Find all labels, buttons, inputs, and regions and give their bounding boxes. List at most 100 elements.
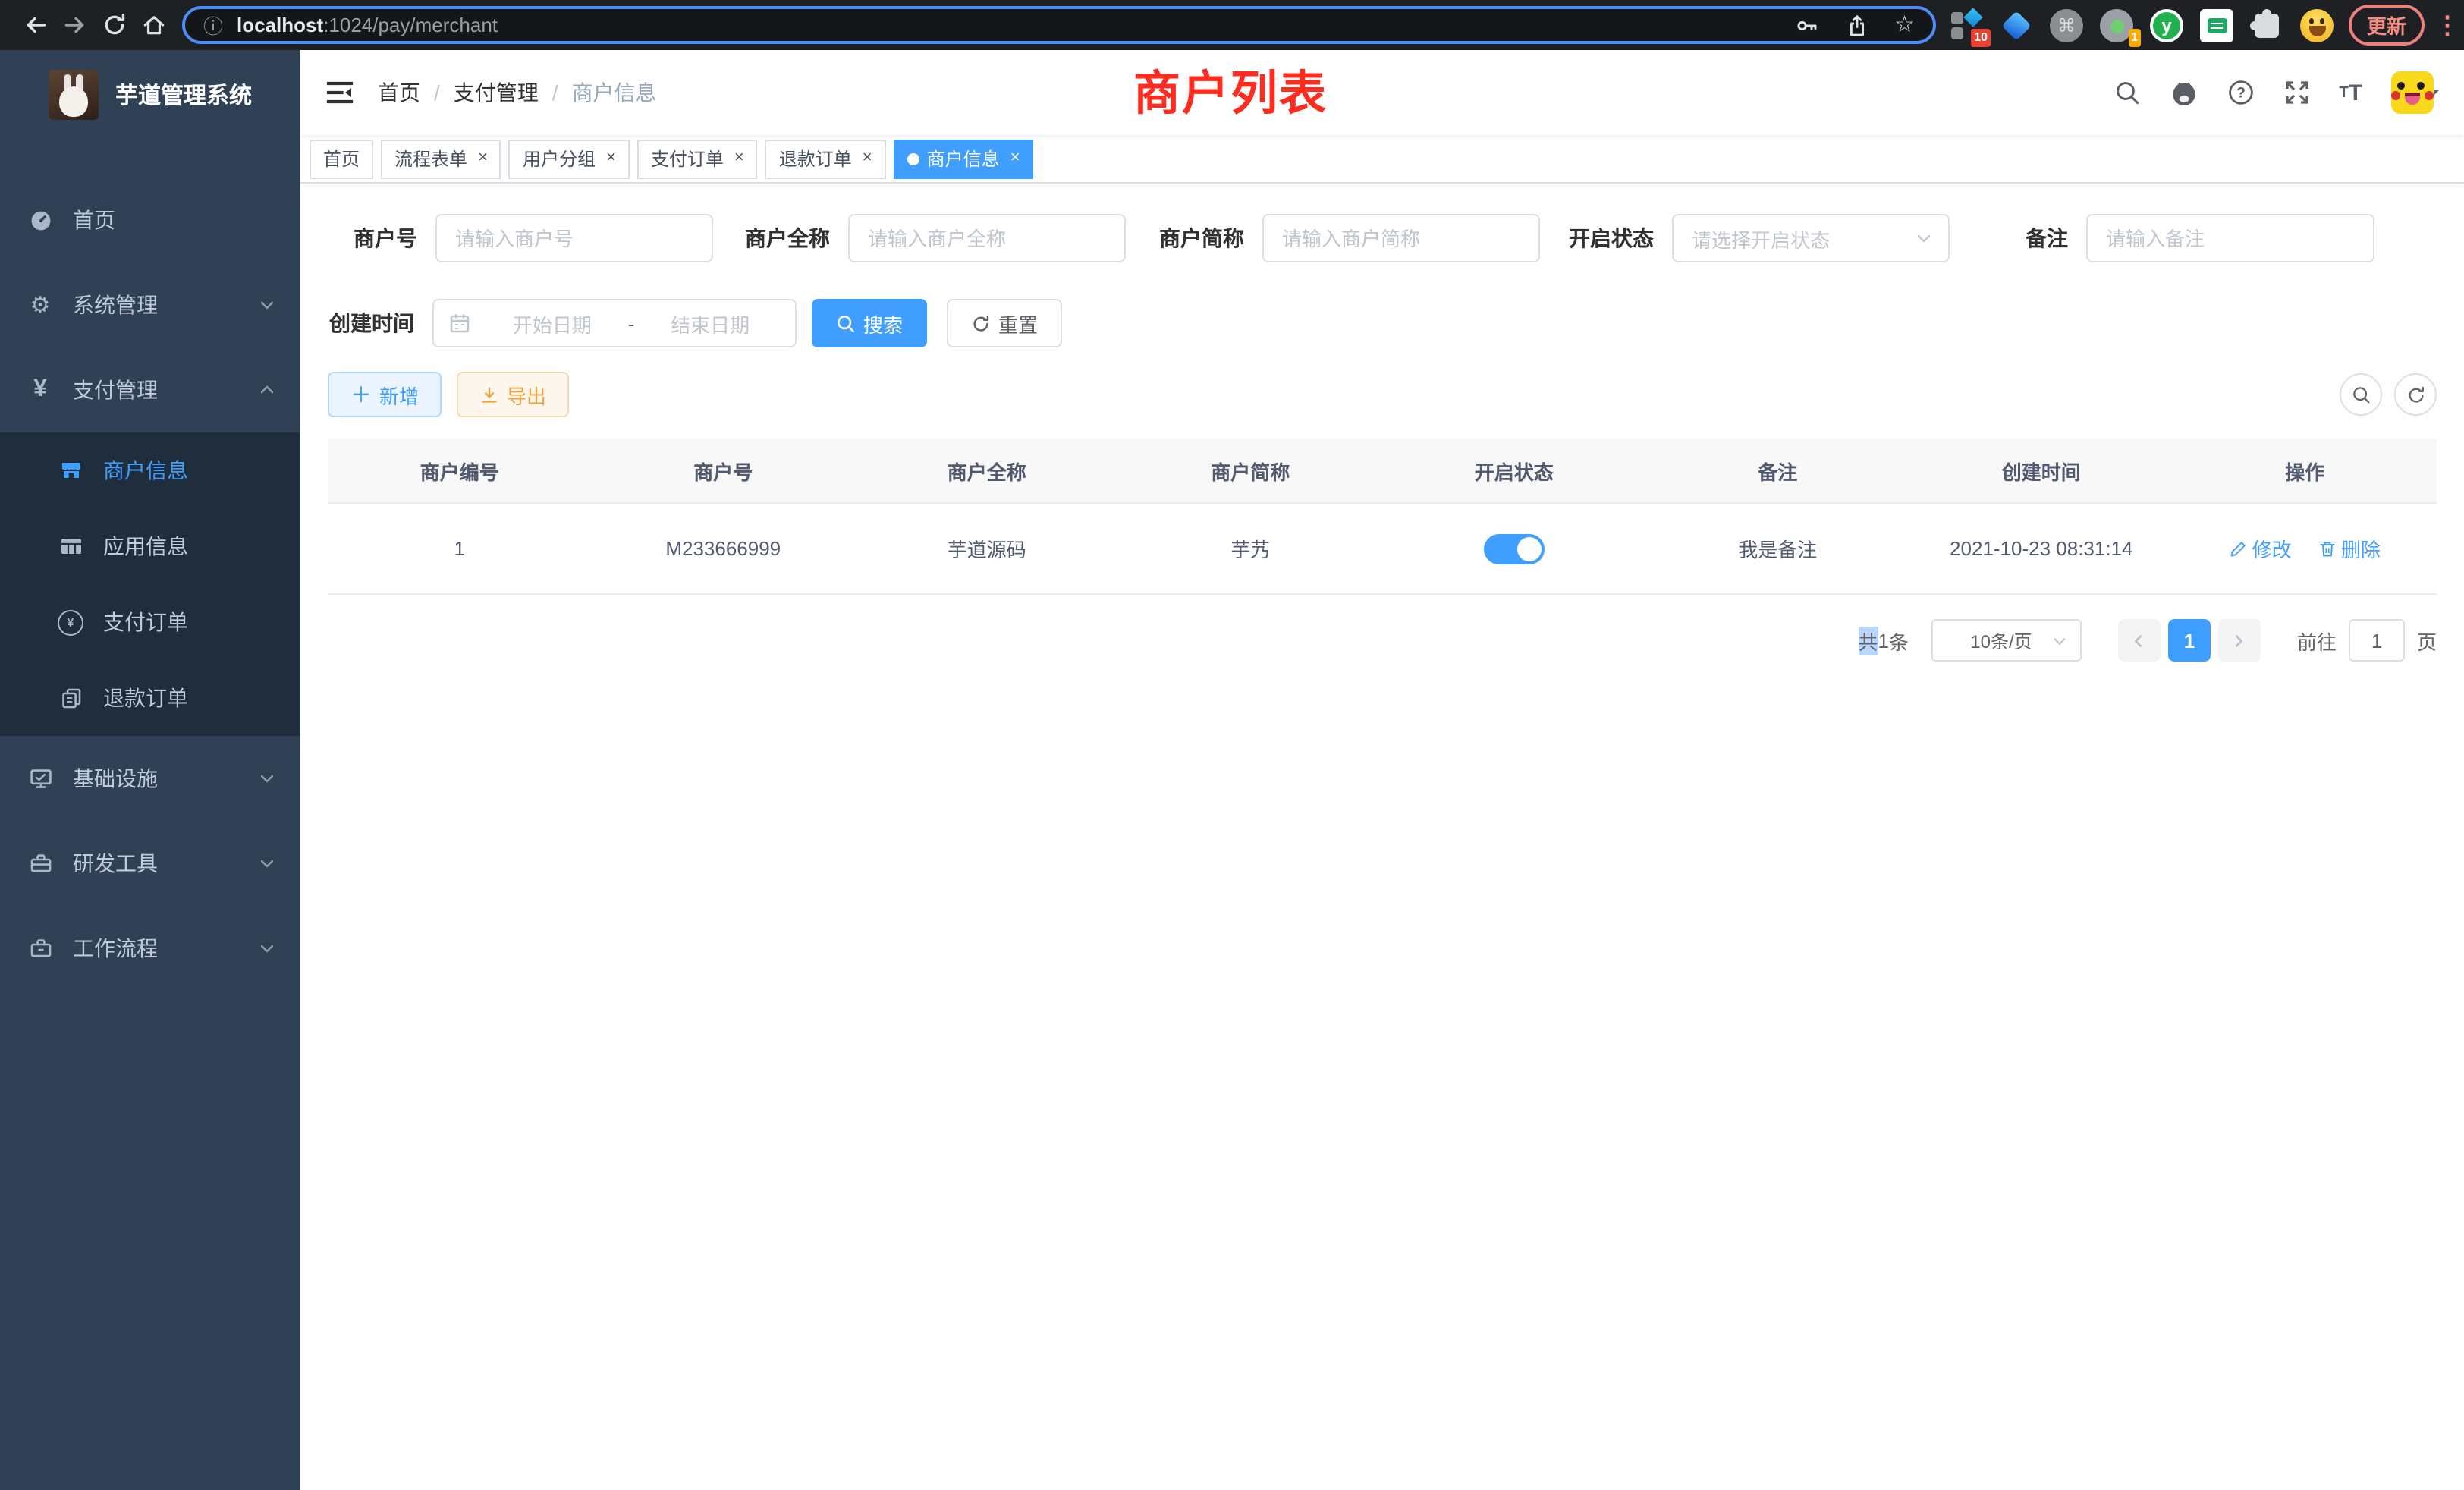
field-label: 商户号 <box>349 223 417 253</box>
site-info-icon[interactable]: ⓘ <box>203 11 223 39</box>
chrome-update-button[interactable]: 更新 <box>2349 5 2425 46</box>
close-icon[interactable]: × <box>734 150 744 167</box>
tab-label: 退款订单 <box>779 146 852 171</box>
sidebar-item-app-info[interactable]: 应用信息 <box>0 508 300 584</box>
bookmark-star-icon[interactable]: ☆ <box>1894 14 1915 36</box>
sidebar-logo[interactable]: 芋道管理系统 <box>0 50 300 138</box>
address-bar[interactable]: ⓘ localhost:1024/pay/merchant ☆ <box>182 6 1936 44</box>
breadcrumb-home[interactable]: 首页 <box>378 77 420 108</box>
close-icon[interactable]: × <box>863 150 872 167</box>
help-icon[interactable]: ? <box>2227 79 2254 106</box>
tab-merchant-info[interactable]: 商户信息 × <box>894 139 1034 178</box>
tab-refund-order[interactable]: 退款订单 × <box>765 139 886 178</box>
sidebar-item-infrastructure[interactable]: 基础设施 <box>0 736 300 821</box>
cell-short-name: 芋艿 <box>1119 503 1383 594</box>
sidebar-item-system[interactable]: ⚙ 系统管理 <box>0 262 300 347</box>
sidebar-collapse-icon[interactable] <box>325 77 355 108</box>
tab-label: 流程表单 <box>394 146 467 171</box>
share-icon[interactable] <box>1844 13 1868 37</box>
sidebar-menu: 首页 ⚙ 系统管理 ¥ 支付管理 <box>0 178 300 991</box>
short-name-input[interactable] <box>1262 214 1540 262</box>
export-button[interactable]: 导出 <box>457 372 569 417</box>
merchant-no-input[interactable] <box>435 214 713 262</box>
extension-icon-chat[interactable] <box>2200 8 2233 42</box>
extension-shape <box>1963 7 1982 26</box>
full-name-input[interactable] <box>848 214 1126 262</box>
sidebar-item-label: 退款订单 <box>103 683 188 713</box>
status-select[interactable]: 请选择开启状态 <box>1672 214 1950 262</box>
status-toggle[interactable] <box>1484 533 1545 564</box>
fullscreen-icon[interactable] <box>2283 79 2310 106</box>
extension-icon-command[interactable]: ⌘ <box>2050 8 2083 42</box>
url-text: localhost:1024/pay/merchant <box>237 14 498 36</box>
search-button[interactable]: 搜索 <box>812 299 927 347</box>
chevron-up-icon <box>258 381 276 399</box>
date-range-picker[interactable]: 开始日期 - 结束日期 <box>432 299 797 347</box>
refresh-table-button[interactable] <box>2394 373 2437 416</box>
edit-pencil-icon <box>2230 539 2248 558</box>
hide-search-button[interactable] <box>2340 373 2382 416</box>
calendar-icon <box>449 313 470 334</box>
close-icon[interactable]: × <box>1010 150 1020 167</box>
delete-link[interactable]: 删除 <box>2318 534 2381 563</box>
tab-home[interactable]: 首页 <box>310 139 373 178</box>
prev-page-button[interactable] <box>2118 619 2161 662</box>
extension-icon-blocks[interactable]: 10 <box>1950 8 1983 42</box>
reset-button[interactable]: 重置 <box>947 299 1062 347</box>
next-page-button[interactable] <box>2218 619 2261 662</box>
back-button[interactable] <box>15 5 55 45</box>
reload-button[interactable] <box>94 5 134 45</box>
extension-icon-y[interactable]: y <box>2150 8 2183 42</box>
briefcase-icon <box>27 936 53 960</box>
browser-profile-avatar[interactable] <box>2300 8 2334 42</box>
main-panel: 商户列表 首页 / 支付管理 / 商户信息 <box>300 50 2464 1490</box>
current-page-button[interactable]: 1 <box>2168 619 2211 662</box>
reset-button-label: 重置 <box>998 309 1038 338</box>
green-dot <box>2110 19 2124 33</box>
column-header: 商户全称 <box>855 439 1119 503</box>
sidebar-item-label: 支付订单 <box>103 607 188 637</box>
tab-pay-order[interactable]: 支付订单 × <box>637 139 758 178</box>
sidebar-item-pay-order[interactable]: ¥ 支付订单 <box>0 584 300 660</box>
sidebar-item-pay[interactable]: ¥ 支付管理 <box>0 347 300 432</box>
filter-row-2: 创建时间 开始日期 - 结束日期 搜索 <box>328 299 2437 347</box>
edit-link[interactable]: 修改 <box>2230 534 2292 563</box>
font-size-icon[interactable]: TT <box>2339 80 2362 105</box>
user-avatar[interactable] <box>2391 71 2440 114</box>
big-t: T <box>2349 80 2362 105</box>
cell-merchant-no: M233666999 <box>592 503 856 594</box>
end-date-placeholder[interactable]: 结束日期 <box>640 309 780 338</box>
close-icon[interactable]: × <box>606 150 616 167</box>
chevron-right-icon <box>2231 632 2248 649</box>
breadcrumb-pay[interactable]: 支付管理 <box>454 77 539 108</box>
column-header: 商户号 <box>592 439 856 503</box>
add-button[interactable]: ＋ 新增 <box>328 372 442 417</box>
search-icon[interactable] <box>2113 79 2140 106</box>
remark-input[interactable] <box>2086 214 2374 262</box>
close-icon[interactable]: × <box>478 150 488 167</box>
refresh-icon <box>2406 385 2425 404</box>
page-size-select[interactable]: 10条/页 <box>1931 619 2082 662</box>
goto-page-input[interactable] <box>2349 619 2405 662</box>
tab-user-group[interactable]: 用户分组 × <box>509 139 630 178</box>
chrome-menu-icon[interactable]: ⋮ <box>2435 10 2459 40</box>
extensions-puzzle-icon[interactable] <box>2250 8 2283 42</box>
extension-icon-recorder[interactable]: 1 <box>2100 8 2133 42</box>
tab-process-form[interactable]: 流程表单 × <box>381 139 501 178</box>
sidebar-item-home[interactable]: 首页 <box>0 178 300 262</box>
sidebar-item-workflow[interactable]: 工作流程 <box>0 906 300 991</box>
sidebar-item-merchant-info[interactable]: 商户信息 <box>0 432 300 508</box>
column-header: 备注 <box>1646 439 1910 503</box>
extension-badge: 1 <box>2128 28 2141 46</box>
home-button[interactable] <box>134 5 173 45</box>
github-icon[interactable] <box>2169 78 2198 107</box>
toolbox-icon <box>27 851 53 875</box>
start-date-placeholder[interactable]: 开始日期 <box>482 309 622 338</box>
password-key-icon[interactable] <box>1794 13 1818 37</box>
sidebar-item-refund-order[interactable]: 退款订单 <box>0 660 300 736</box>
forward-button[interactable] <box>55 5 94 45</box>
total-count: 1 <box>1878 629 1888 652</box>
url-host: localhost <box>237 14 323 36</box>
extension-icon-gem[interactable] <box>2000 8 2033 42</box>
sidebar-item-dev-tools[interactable]: 研发工具 <box>0 821 300 906</box>
